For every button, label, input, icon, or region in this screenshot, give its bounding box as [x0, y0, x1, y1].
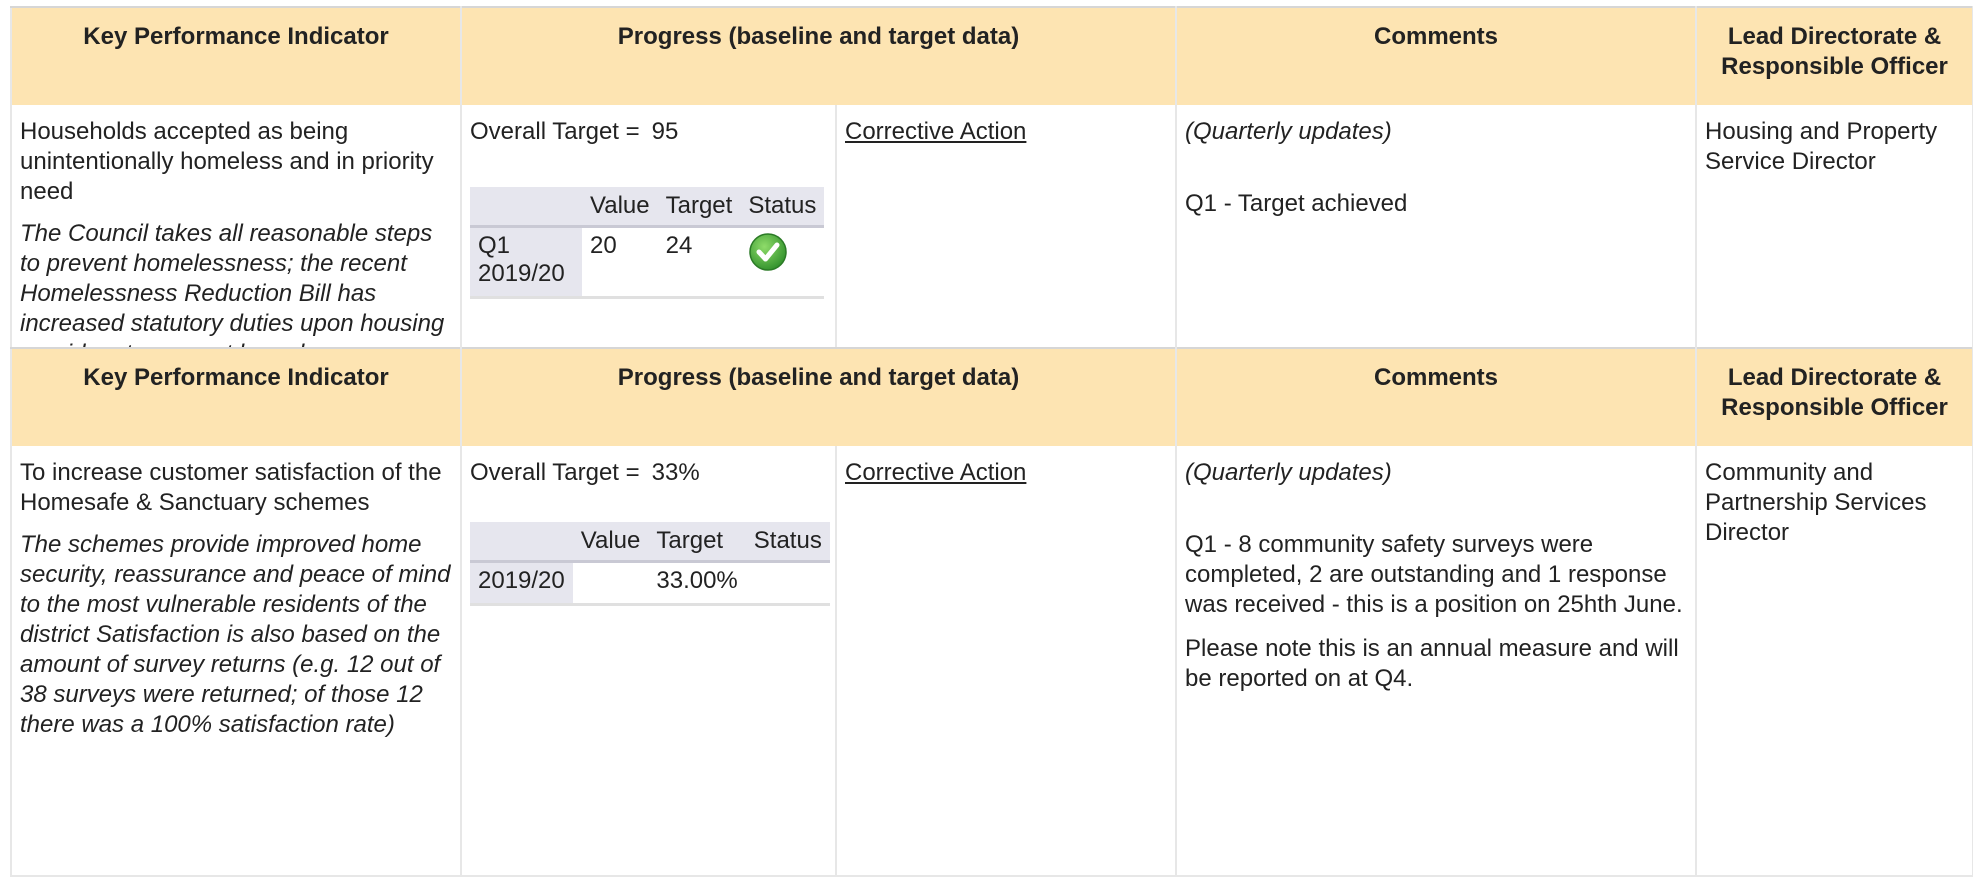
kpi-description: The schemes provide improved home securi… [20, 531, 451, 738]
kpi-table-2: Key Performance Indicator Progress (base… [10, 347, 1973, 877]
corrective-action-cell: Corrective Action [834, 105, 1178, 377]
mini-col-status: Status [745, 522, 830, 563]
comments-cell: (Quarterly updates) Q1 - 8 community saf… [1175, 446, 1698, 877]
progress-cell: Overall Target = 95 Value Target Status Q… [460, 105, 837, 377]
progress-mini-table: Value Target Status Q1 2019/20 20 24 [470, 187, 825, 299]
kpi-table-1: Key Performance Indicator Progress (base… [10, 6, 1973, 377]
header-comments: Comments [1175, 6, 1698, 105]
mini-col-value: Value [582, 187, 658, 228]
corrective-action-link[interactable]: Corrective Action [845, 459, 1026, 486]
header-lead: Lead Directorate & Responsible Officer [1695, 347, 1973, 446]
comments-body: Q1 - Target achieved [1185, 189, 1687, 219]
mini-target: 24 [657, 226, 741, 299]
overall-target-label: Overall Target = [470, 118, 640, 145]
comments-body: Q1 - 8 community safety surveys were com… [1185, 530, 1687, 694]
header-kpi: Key Performance Indicator [10, 347, 462, 446]
header-lead: Lead Directorate & Responsible Officer [1695, 6, 1973, 105]
overall-target-value: 33% [651, 459, 700, 486]
progress-mini-table: Value Target Status 2019/20 33.00% [470, 522, 830, 606]
comments-header: (Quarterly updates) [1185, 118, 1392, 145]
header-kpi: Key Performance Indicator [10, 6, 462, 105]
lead-officer: Community and Partnership Services Direc… [1705, 459, 1927, 546]
comment-paragraph: Please note this is an annual measure an… [1185, 635, 1679, 692]
header-progress: Progress (baseline and target data) [459, 347, 1178, 446]
comments-header: (Quarterly updates) [1185, 459, 1392, 486]
mini-period: 2019/20 [470, 561, 573, 606]
lead-officer: Housing and Property Service Director [1705, 118, 1938, 175]
header-progress: Progress (baseline and target data) [459, 6, 1178, 105]
comment-paragraph: Q1 - 8 community safety surveys were com… [1185, 531, 1683, 618]
header-comments: Comments [1175, 347, 1698, 446]
kpi-cell: Households accepted as being unintention… [10, 105, 462, 377]
mini-col-value: Value [572, 522, 649, 563]
mini-period-header [470, 522, 573, 563]
comment-paragraph: Q1 - Target achieved [1185, 190, 1408, 217]
mini-status [740, 226, 825, 299]
overall-target-value: 95 [651, 118, 679, 145]
kpi-cell: To increase customer satisfaction of the… [10, 446, 462, 877]
progress-cell: Overall Target = 33% Value Target Status … [460, 446, 837, 877]
mini-status [745, 561, 830, 606]
mini-target: 33.00% [648, 561, 746, 606]
mini-value: 20 [582, 226, 658, 299]
kpi-title: To increase customer satisfaction of the… [20, 459, 442, 516]
corrective-action-link[interactable]: Corrective Action [845, 118, 1026, 145]
lead-cell: Housing and Property Service Director [1695, 105, 1973, 377]
mini-col-status: Status [740, 187, 825, 228]
mini-period: Q1 2019/20 [470, 226, 582, 299]
mini-col-target: Target [648, 522, 746, 563]
mini-period-header [470, 187, 582, 228]
overall-target-label: Overall Target = [470, 459, 640, 486]
mini-value [572, 561, 649, 606]
lead-cell: Community and Partnership Services Direc… [1695, 446, 1973, 877]
comments-cell: (Quarterly updates) Q1 - Target achieved [1175, 105, 1698, 377]
kpi-title: Households accepted as being unintention… [20, 118, 434, 205]
check-circle-icon [749, 233, 788, 271]
mini-col-target: Target [657, 187, 741, 228]
corrective-action-cell: Corrective Action [834, 446, 1178, 877]
